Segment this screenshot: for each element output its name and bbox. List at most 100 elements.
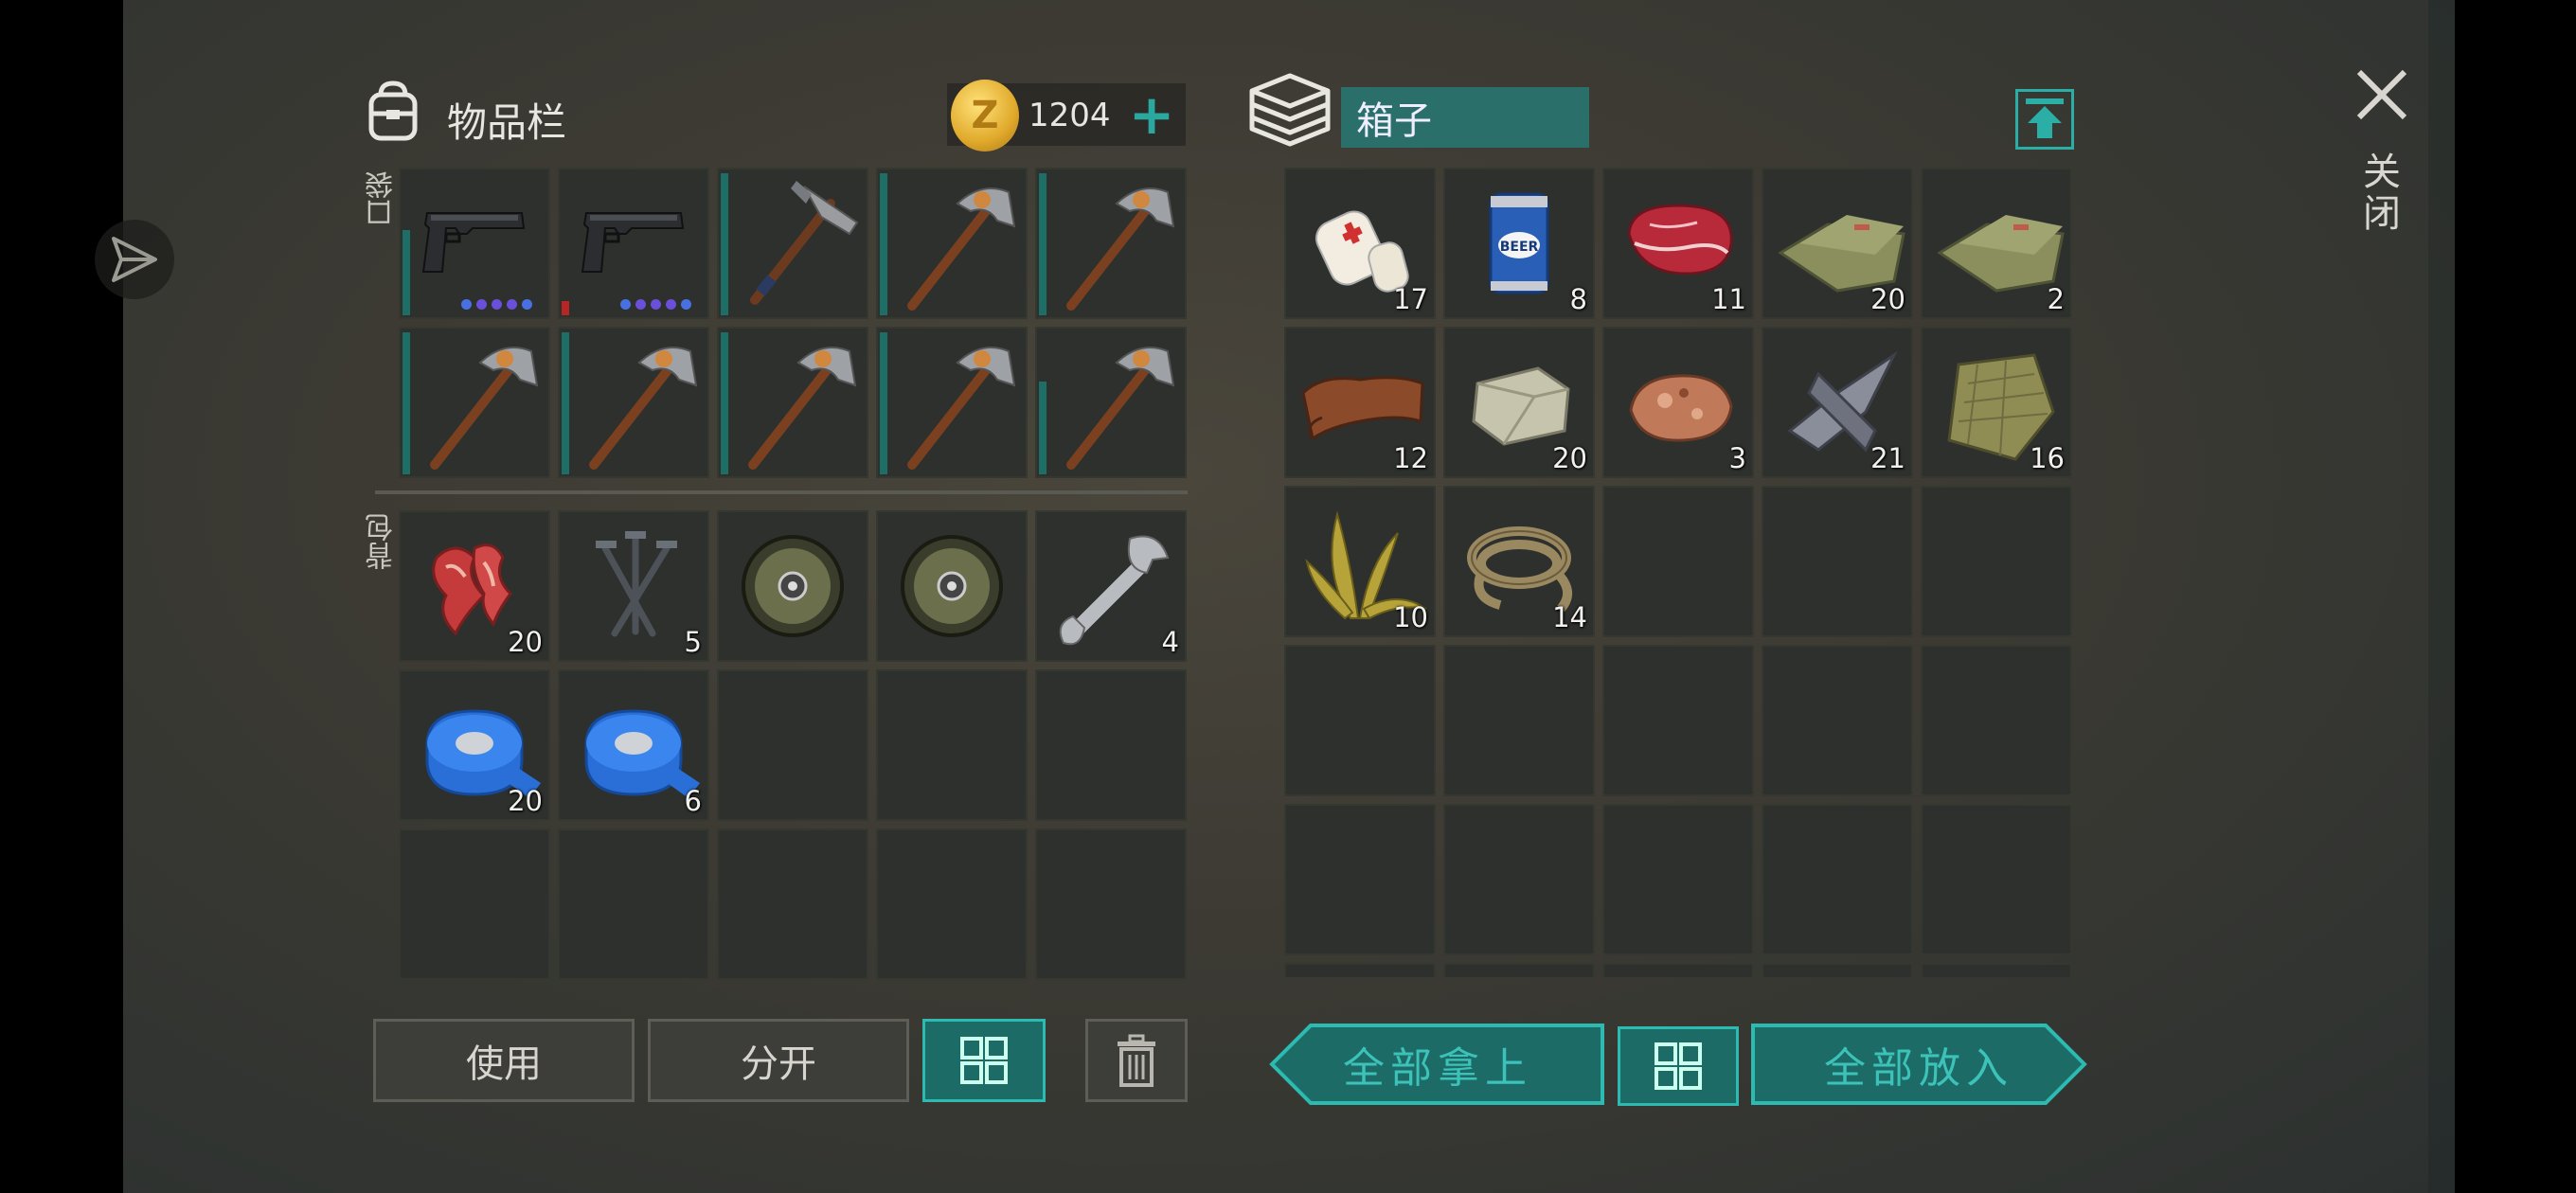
box-slot[interactable]	[1921, 963, 2072, 977]
pocket-slot[interactable]	[876, 327, 1028, 478]
box-slot[interactable]: BEER 8	[1443, 168, 1595, 319]
box-slot[interactable]	[1762, 645, 1913, 796]
item-count: 8	[1569, 283, 1587, 315]
backpack-slot[interactable]	[399, 828, 550, 980]
item-count: 2	[2047, 283, 2065, 315]
box-slot[interactable]: 11	[1602, 168, 1754, 319]
box-slot[interactable]: 3	[1602, 327, 1754, 478]
box-slot[interactable]	[1602, 486, 1754, 637]
send-icon	[112, 237, 157, 282]
sort-box-button[interactable]	[1618, 1026, 1739, 1106]
pocket-slot[interactable]	[399, 327, 550, 478]
put-all-button[interactable]: 全部放入	[1750, 1023, 2087, 1106]
close-button[interactable]	[2339, 52, 2424, 137]
use-button[interactable]: 使用	[373, 1019, 635, 1102]
backpack-slot[interactable]: 5	[558, 510, 709, 662]
pocket-slot[interactable]	[1035, 327, 1187, 478]
split-button[interactable]: 分开	[648, 1019, 909, 1102]
box-layers-icon	[1249, 73, 1331, 147]
box-slot[interactable]	[1602, 645, 1754, 796]
item-count: 12	[1393, 442, 1428, 474]
item-count: 11	[1711, 283, 1746, 315]
coin-amount: 1204	[1029, 97, 1111, 134]
box-slot[interactable]	[1602, 963, 1754, 977]
box-slot[interactable]	[1443, 804, 1595, 955]
backpack-slot[interactable]	[1035, 669, 1187, 821]
box-slot[interactable]: 2	[1921, 168, 2072, 319]
backpack-slot[interactable]	[876, 669, 1028, 821]
item-count: 10	[1393, 601, 1428, 633]
box-slot[interactable]: 10	[1284, 486, 1436, 637]
backpack-slot[interactable]: 20	[399, 510, 550, 662]
item-count: 3	[1728, 442, 1746, 474]
durability-bar	[402, 230, 410, 315]
box-slot[interactable]: 14	[1443, 486, 1595, 637]
box-slot[interactable]: 20	[1762, 168, 1913, 319]
close-label[interactable]: 关闭	[2356, 151, 2406, 235]
box-slot[interactable]: 17	[1284, 168, 1436, 319]
axe-icon	[750, 181, 859, 305]
box-slot[interactable]	[1284, 645, 1436, 796]
left-letterbox	[0, 0, 123, 1193]
durability-bar	[721, 332, 728, 474]
item-count: 17	[1393, 283, 1428, 315]
box-name-field[interactable]	[1341, 87, 1589, 148]
trash-button[interactable]	[1085, 1019, 1188, 1102]
wheel-icon	[742, 535, 844, 637]
share-button[interactable]	[95, 220, 174, 299]
backpack-slot[interactable]	[717, 510, 868, 662]
backpack-slot[interactable]: 4	[1035, 510, 1187, 662]
box-slot[interactable]	[1284, 804, 1436, 955]
pistol-icon	[421, 212, 526, 273]
box-slot[interactable]	[1921, 645, 2072, 796]
box-slot[interactable]: 21	[1762, 327, 1913, 478]
box-slot[interactable]	[1921, 804, 2072, 955]
add-coins-button[interactable]: +	[1121, 82, 1182, 147]
box-slot[interactable]: 12	[1284, 327, 1436, 478]
pocket-slot[interactable]	[717, 327, 868, 478]
right-letterbox	[2455, 0, 2576, 1193]
grid-sort-icon	[1655, 1042, 1702, 1090]
put-all-label: 全部放入	[1824, 1044, 2013, 1093]
upload-button[interactable]	[2015, 89, 2074, 150]
box-slot[interactable]	[1762, 963, 1913, 977]
backpack-slot[interactable]	[717, 669, 868, 821]
box-slot[interactable]	[1284, 963, 1436, 977]
durability-bar	[880, 332, 887, 474]
backpack-slot[interactable]	[558, 828, 709, 980]
pocket-slot[interactable]	[558, 168, 709, 319]
take-all-label: 全部拿上	[1343, 1044, 1532, 1093]
item-count: 20	[508, 785, 543, 817]
backpack-slot[interactable]: 6	[558, 669, 709, 821]
backpack-grid: 20 5 4 20 6	[399, 510, 1187, 980]
attachment-dots	[461, 299, 532, 310]
backpack-slot[interactable]	[876, 510, 1028, 662]
box-slot[interactable]	[1762, 804, 1913, 955]
pocket-slot[interactable]	[717, 168, 868, 319]
backpack-slot[interactable]	[876, 828, 1028, 980]
take-all-button[interactable]: 全部拿上	[1269, 1023, 1606, 1106]
pickaxe-icon	[430, 347, 539, 470]
box-slot[interactable]	[1443, 963, 1595, 977]
backpack-slot[interactable]	[1035, 828, 1187, 980]
attachment-dots	[620, 299, 691, 310]
backpack-slot[interactable]: 20	[399, 669, 550, 821]
backpack-slot[interactable]	[717, 828, 868, 980]
coin-icon: Z	[951, 80, 1019, 151]
pocket-slot[interactable]	[558, 327, 709, 478]
box-slot[interactable]: 20	[1443, 327, 1595, 478]
box-slot[interactable]	[1443, 645, 1595, 796]
box-slot[interactable]	[1921, 486, 2072, 637]
box-slot[interactable]: 16	[1921, 327, 2072, 478]
item-count: 14	[1552, 601, 1587, 633]
box-slot[interactable]	[1762, 486, 1913, 637]
pocket-slot[interactable]	[399, 168, 550, 319]
inventory-title: 物品栏	[447, 99, 567, 146]
pocket-slot[interactable]	[876, 168, 1028, 319]
durability-bar	[1039, 382, 1046, 474]
sort-inventory-button[interactable]	[922, 1019, 1046, 1102]
svg-text:BEER: BEER	[1500, 240, 1539, 255]
pocket-slot[interactable]	[1035, 168, 1187, 319]
box-slot[interactable]	[1602, 804, 1754, 955]
durability-bar	[880, 173, 887, 315]
